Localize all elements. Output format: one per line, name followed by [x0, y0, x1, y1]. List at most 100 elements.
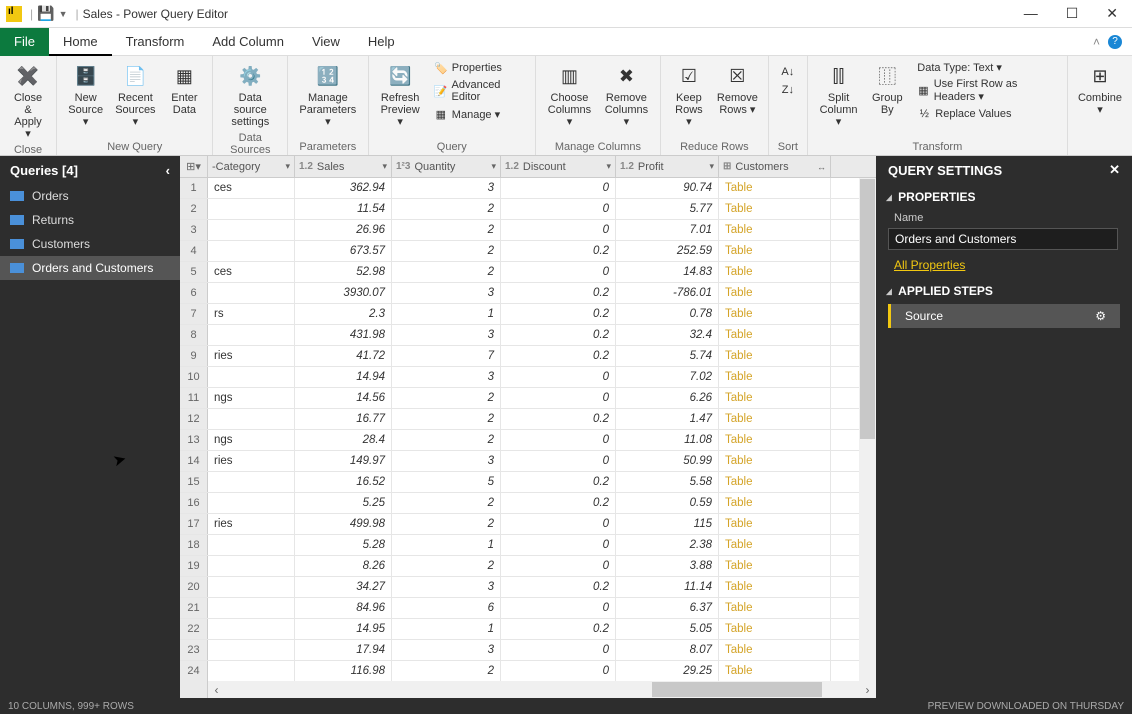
column-header-customers[interactable]: ⊞Customers↔	[719, 156, 831, 177]
cell-category[interactable]: ries	[208, 514, 295, 534]
cell-quantity[interactable]: 2	[392, 409, 501, 429]
cell-customers[interactable]: Table	[719, 178, 831, 198]
cell-customers[interactable]: Table	[719, 598, 831, 618]
cell-quantity[interactable]: 7	[392, 346, 501, 366]
cell-quantity[interactable]: 2	[392, 220, 501, 240]
cell-category[interactable]	[208, 577, 295, 597]
cell-discount[interactable]: 0	[501, 262, 616, 282]
cell-discount[interactable]: 0	[501, 598, 616, 618]
column-header-sales[interactable]: 1.2Sales▾	[295, 156, 392, 177]
filter-icon[interactable]: ▾	[491, 161, 496, 172]
sort-asc-button[interactable]: A↓	[779, 64, 797, 80]
sort-desc-button[interactable]: Z↓	[779, 82, 797, 98]
filter-icon[interactable]: ▾	[285, 161, 290, 172]
cell-customers[interactable]: Table	[719, 367, 831, 387]
cell-sales[interactable]: 11.54	[295, 199, 392, 219]
row-number[interactable]: 3	[180, 220, 208, 240]
row-number[interactable]: 11	[180, 388, 208, 408]
cell-quantity[interactable]: 1	[392, 304, 501, 324]
row-number[interactable]: 8	[180, 325, 208, 345]
cell-profit[interactable]: 14.83	[616, 262, 719, 282]
cell-discount[interactable]: 0.2	[501, 577, 616, 597]
cell-profit[interactable]: 6.37	[616, 598, 719, 618]
row-number[interactable]: 15	[180, 472, 208, 492]
row-number[interactable]: 16	[180, 493, 208, 513]
help-tab[interactable]: Help	[354, 28, 409, 56]
file-tab[interactable]: File	[0, 28, 49, 56]
collapse-icon[interactable]: ‹	[166, 163, 170, 178]
cell-discount[interactable]: 0.2	[501, 304, 616, 324]
cell-customers[interactable]: Table	[719, 577, 831, 597]
cell-category[interactable]	[208, 661, 295, 681]
recent-sources-button[interactable]: 📄Recent Sources ▾	[110, 60, 160, 130]
cell-customers[interactable]: Table	[719, 409, 831, 429]
vertical-scrollbar[interactable]	[859, 178, 876, 681]
cell-sales[interactable]: 5.28	[295, 535, 392, 555]
table-row[interactable]: 24116.982029.25Table	[180, 661, 876, 681]
cell-profit[interactable]: 5.05	[616, 619, 719, 639]
table-row[interactable]: 1ces362.943090.74Table	[180, 178, 876, 199]
row-number[interactable]: 7	[180, 304, 208, 324]
row-number[interactable]: 22	[180, 619, 208, 639]
row-number[interactable]: 5	[180, 262, 208, 282]
table-row[interactable]: 9ries41.7270.25.74Table	[180, 346, 876, 367]
row-number[interactable]: 1	[180, 178, 208, 198]
advanced-editor-button[interactable]: 📝Advanced Editor	[432, 78, 525, 104]
cell-category[interactable]	[208, 556, 295, 576]
cell-profit[interactable]: 5.74	[616, 346, 719, 366]
cell-category[interactable]: ries	[208, 451, 295, 471]
table-row[interactable]: 2317.94308.07Table	[180, 640, 876, 661]
row-number[interactable]: 19	[180, 556, 208, 576]
cell-profit[interactable]: -786.01	[616, 283, 719, 303]
table-row[interactable]: 1014.94307.02Table	[180, 367, 876, 388]
cell-category[interactable]: ngs	[208, 388, 295, 408]
cell-quantity[interactable]: 2	[392, 199, 501, 219]
keep-rows-button[interactable]: ☑Keep Rows ▾	[667, 60, 711, 130]
manage-parameters-button[interactable]: 🔢Manage Parameters ▾	[294, 60, 361, 130]
cell-profit[interactable]: 0.59	[616, 493, 719, 513]
cell-category[interactable]	[208, 241, 295, 261]
cell-customers[interactable]: Table	[719, 661, 831, 681]
minimize-button[interactable]: —	[1024, 5, 1038, 22]
cell-profit[interactable]: 11.14	[616, 577, 719, 597]
cell-discount[interactable]: 0	[501, 367, 616, 387]
table-row[interactable]: 2214.9510.25.05Table	[180, 619, 876, 640]
cell-category[interactable]	[208, 409, 295, 429]
cell-profit[interactable]: 2.38	[616, 535, 719, 555]
choose-columns-button[interactable]: ▥Choose Columns ▾	[542, 60, 597, 130]
horizontal-scrollbar[interactable]: ‹ ›	[180, 681, 876, 698]
cell-sales[interactable]: 116.98	[295, 661, 392, 681]
cell-category[interactable]	[208, 283, 295, 303]
collapse-ribbon-icon[interactable]: ˄	[1093, 35, 1100, 49]
cell-category[interactable]: ngs	[208, 430, 295, 450]
cell-quantity[interactable]: 2	[392, 262, 501, 282]
table-row[interactable]: 2184.96606.37Table	[180, 598, 876, 619]
cell-category[interactable]	[208, 598, 295, 618]
expand-icon[interactable]: ↔	[817, 162, 826, 172]
cell-sales[interactable]: 362.94	[295, 178, 392, 198]
table-row[interactable]: 1216.7720.21.47Table	[180, 409, 876, 430]
cell-sales[interactable]: 5.25	[295, 493, 392, 513]
cell-quantity[interactable]: 2	[392, 556, 501, 576]
table-icon[interactable]: ⊞▾	[180, 156, 208, 177]
cell-customers[interactable]: Table	[719, 514, 831, 534]
query-item[interactable]: Orders and Customers	[0, 256, 180, 280]
cell-category[interactable]: ces	[208, 262, 295, 282]
applied-step-source[interactable]: Source ⚙	[888, 304, 1120, 328]
first-row-headers-button[interactable]: ▦Use First Row as Headers ▾	[915, 77, 1057, 104]
cell-discount[interactable]: 0.2	[501, 493, 616, 513]
cell-category[interactable]	[208, 367, 295, 387]
cell-category[interactable]	[208, 619, 295, 639]
table-row[interactable]: 2034.2730.211.14Table	[180, 577, 876, 598]
cell-profit[interactable]: 1.47	[616, 409, 719, 429]
cell-sales[interactable]: 17.94	[295, 640, 392, 660]
home-tab[interactable]: Home	[49, 28, 112, 56]
query-name-input[interactable]	[888, 228, 1118, 250]
cell-customers[interactable]: Table	[719, 619, 831, 639]
properties-section[interactable]: PROPERTIES	[876, 184, 1132, 210]
cell-profit[interactable]: 7.01	[616, 220, 719, 240]
remove-columns-button[interactable]: ✖Remove Columns ▾	[599, 60, 654, 130]
cell-customers[interactable]: Table	[719, 346, 831, 366]
column-header-quantity[interactable]: 1²3Quantity▾	[392, 156, 501, 177]
cell-customers[interactable]: Table	[719, 451, 831, 471]
